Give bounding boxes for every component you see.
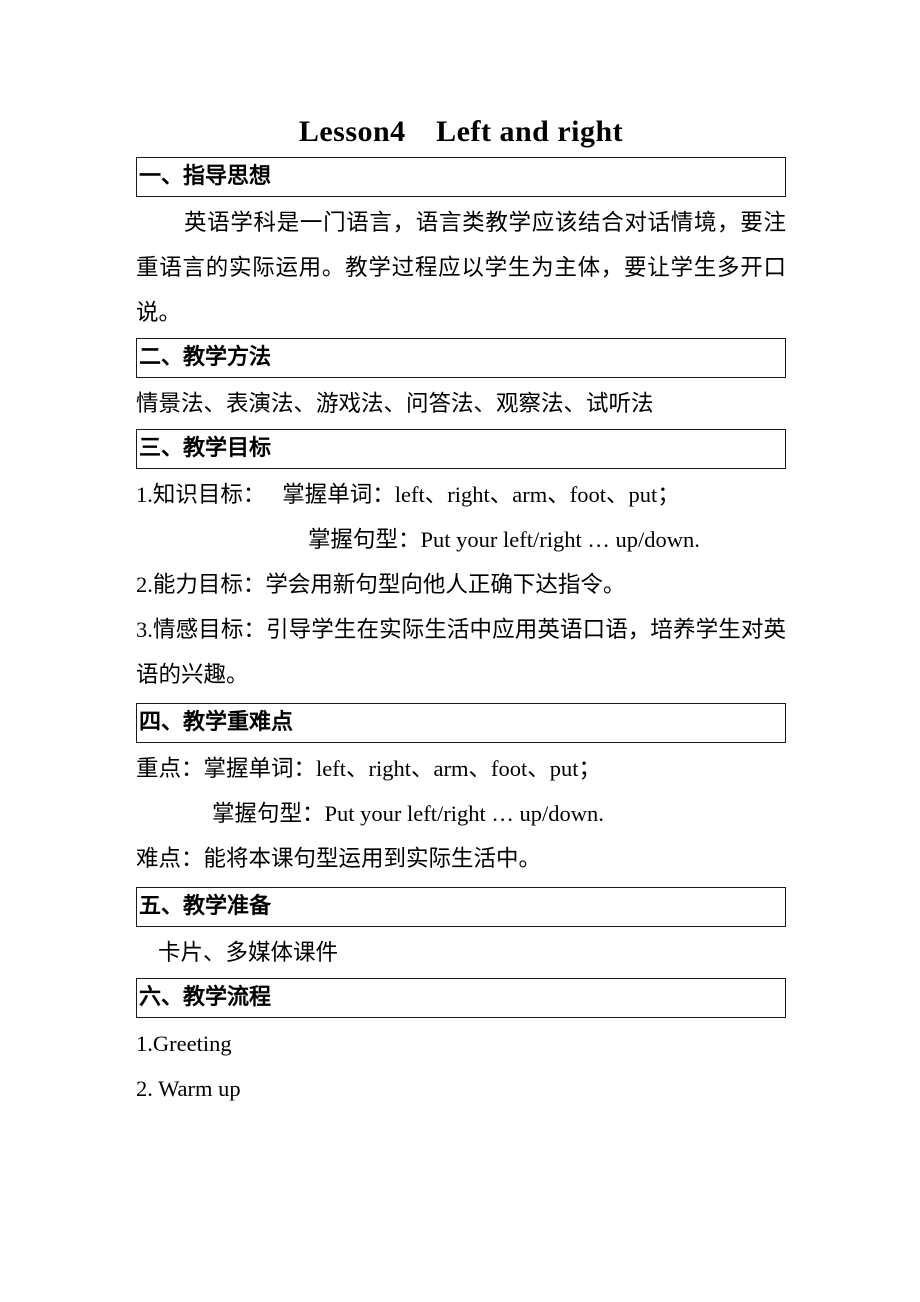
objective-knowledge-words: 掌握单词：left、right、arm、foot、put； <box>282 482 680 507</box>
objective-knowledge-line: 1.知识目标： 掌握单词：left、right、arm、foot、put； <box>136 472 786 517</box>
section-heading-4: 四、教学重难点 <box>139 710 294 735</box>
difficult-point-line: 难点：能将本课句型运用到实际生活中。 <box>136 846 542 871</box>
section-header-box-5: 五、教学准备 <box>136 887 786 927</box>
section-header-box-4: 四、教学重难点 <box>136 703 786 743</box>
section-heading-3: 三、教学目标 <box>139 436 272 461</box>
section-heading-6: 六、教学流程 <box>139 985 272 1010</box>
page-title: Lesson4 Left and right <box>298 115 624 148</box>
section-1-paragraph: 英语学科是一门语言，语言类教学应该结合对话情境，要注重语言的实际运用。教学过程应… <box>136 210 786 325</box>
section-header-box-6: 六、教学流程 <box>136 978 786 1018</box>
objective-knowledge-pattern: 掌握句型：Put your left/right … up/down. <box>308 527 700 552</box>
objective-knowledge-label: 1.知识目标： <box>136 482 266 507</box>
section-5-materials: 卡片、多媒体课件 <box>158 940 339 965</box>
section-heading-1: 一、指导思想 <box>139 164 272 189</box>
section-header-box-2: 二、教学方法 <box>136 338 786 378</box>
objective-emotion: 3.情感目标：引导学生在实际生活中应用英语口语，培养学生对英语的兴趣。 <box>136 617 786 687</box>
section-header-box-3: 三、教学目标 <box>136 429 786 469</box>
key-point-pattern: 掌握句型：Put your left/right … up/down. <box>212 801 604 826</box>
key-point-line: 重点：掌握单词：left、right、arm、foot、put； <box>136 756 601 781</box>
document-page: Lesson4 Left and right 一、指导思想 英语学科是一门语言，… <box>0 0 920 1302</box>
section-heading-2: 二、教学方法 <box>139 345 272 370</box>
document-content: Lesson4 Left and right 一、指导思想 英语学科是一门语言，… <box>136 0 786 1111</box>
procedure-step-2: 2. Warm up <box>136 1076 241 1101</box>
section-heading-5: 五、教学准备 <box>139 894 272 919</box>
section-2-methods-list: 情景法、表演法、游戏法、问答法、观察法、试听法 <box>136 391 654 416</box>
procedure-step-1: 1.Greeting <box>136 1031 232 1056</box>
section-header-box-1: 一、指导思想 <box>136 157 786 197</box>
objective-ability: 2.能力目标：学会用新句型向他人正确下达指令。 <box>136 572 626 597</box>
